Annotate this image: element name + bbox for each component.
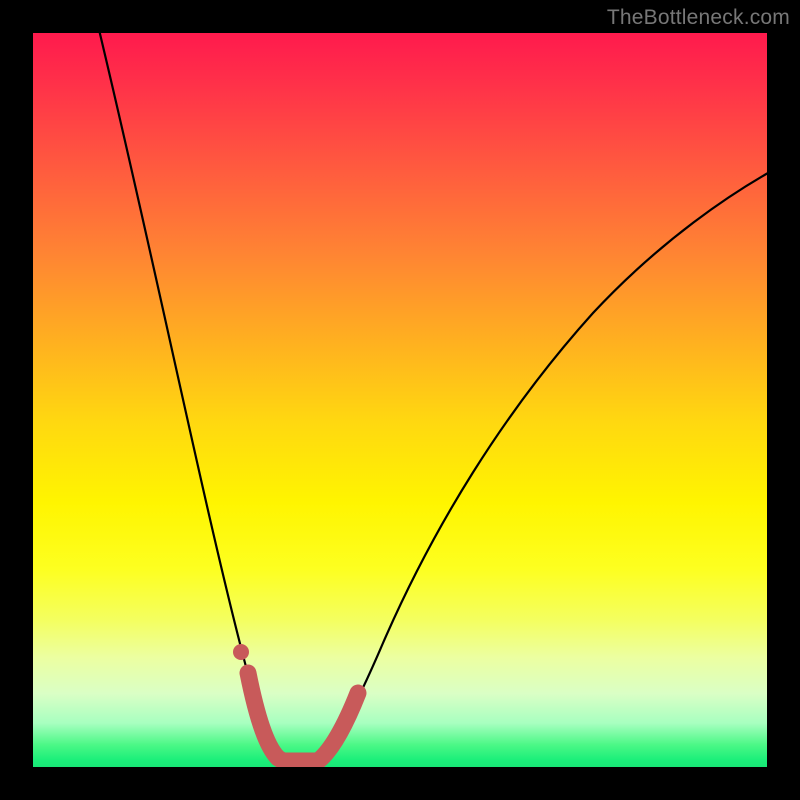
plot-area [33,33,767,767]
highlight-dot [233,644,249,660]
watermark-text: TheBottleneck.com [607,6,790,30]
curve-layer [33,33,767,767]
chart-frame: TheBottleneck.com [0,0,800,800]
highlight-segment [248,673,358,761]
bottleneck-curve [95,33,767,761]
